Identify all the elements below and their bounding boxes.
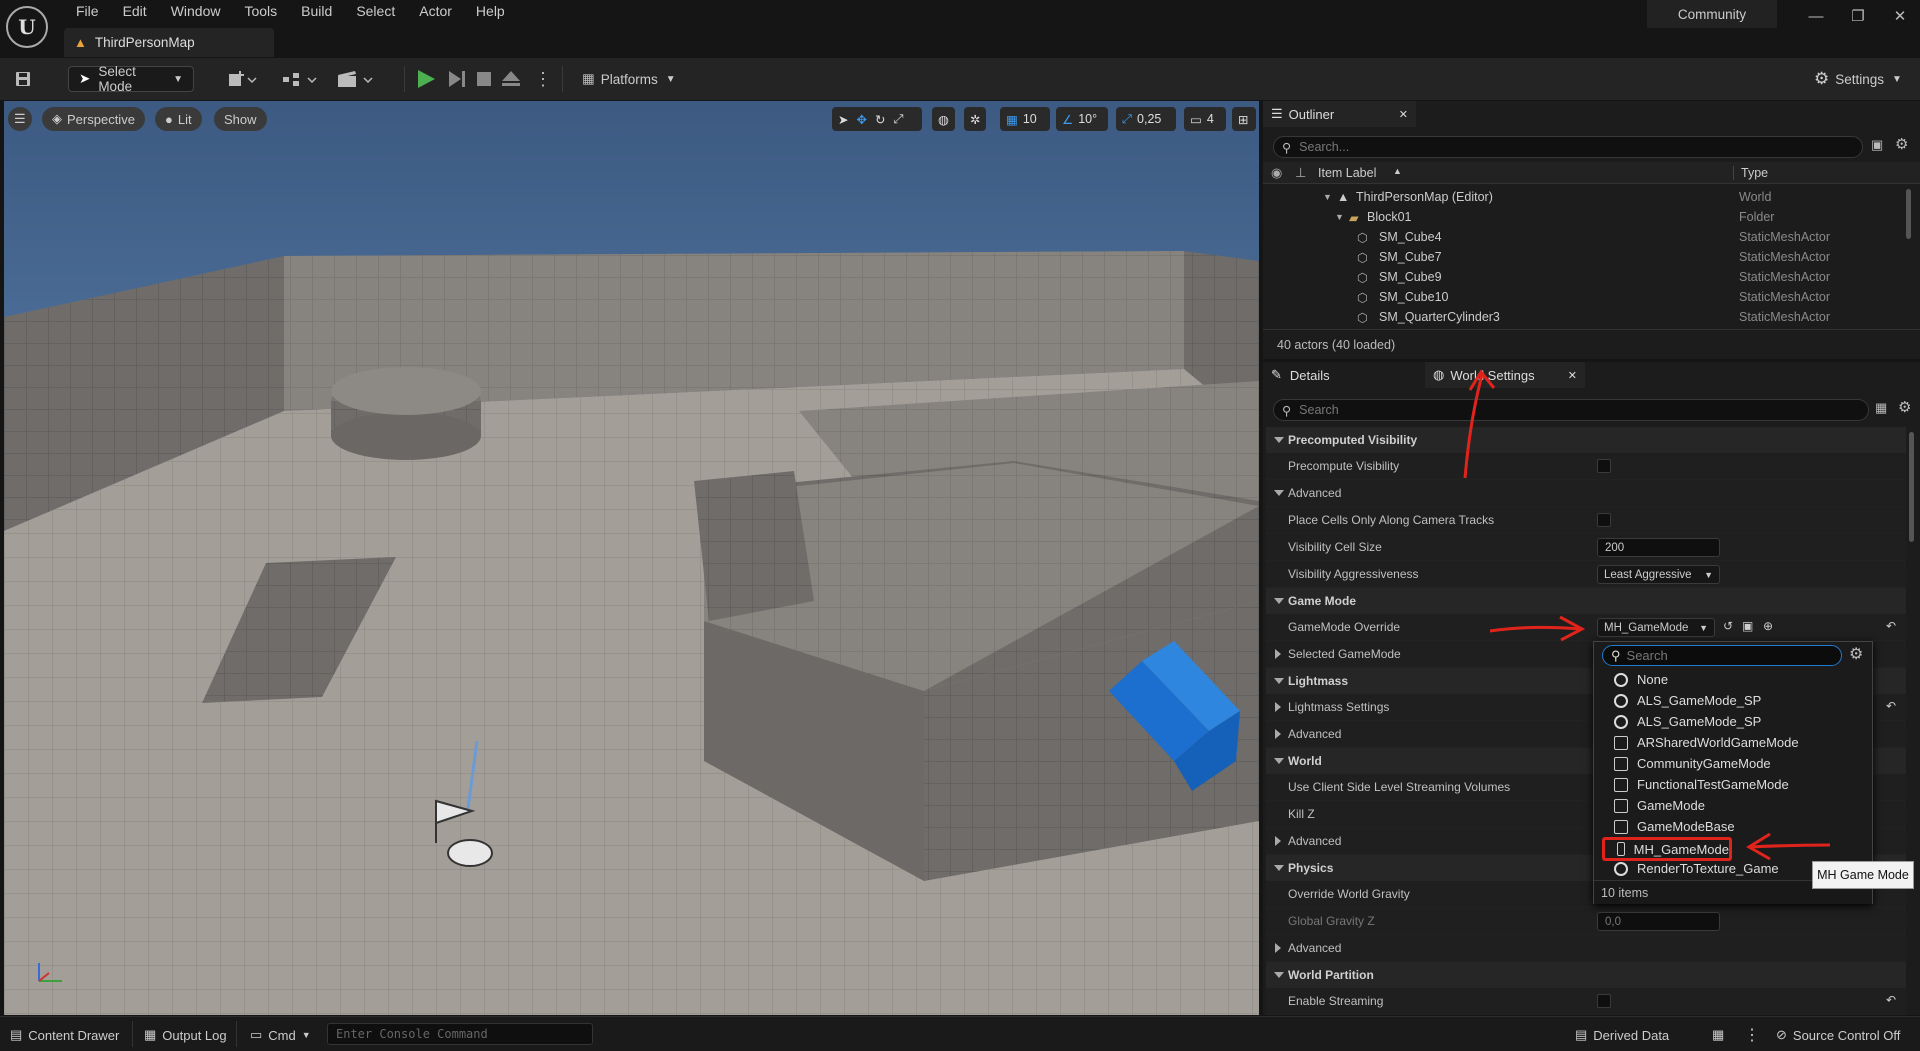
annotation-overlay [1463, 369, 1831, 861]
content-drawer-button[interactable]: ▤ Content Drawer [10, 1025, 119, 1045]
no-entry-icon: ⊘ [1776, 1027, 1787, 1042]
terminal-icon: ▭ [250, 1027, 263, 1042]
divider [236, 1021, 237, 1047]
chevron-down-icon: ▼ [301, 1030, 311, 1040]
notifications-icon[interactable]: ▦ [1712, 1025, 1724, 1045]
derived-data-button[interactable]: ▤ Derived Data [1575, 1025, 1669, 1045]
content-drawer-label: Content Drawer [28, 1027, 120, 1043]
source-control-button[interactable]: ⊘ Source Control Off [1776, 1025, 1900, 1045]
source-control-label: Source Control Off [1792, 1027, 1901, 1043]
more-icon[interactable]: ⋮ [1744, 1025, 1760, 1045]
derived-data-icon: ▤ [1575, 1027, 1588, 1042]
cmd-dropdown[interactable]: ▭ Cmd ▼ [250, 1025, 311, 1045]
divider [132, 1021, 133, 1047]
cmd-label: Cmd [268, 1027, 296, 1043]
output-log-button[interactable]: ▦ Output Log [144, 1025, 227, 1045]
output-log-label: Output Log [162, 1027, 227, 1043]
derived-data-label: Derived Data [1593, 1027, 1670, 1043]
status-bar: ▤ Content Drawer ▦ Output Log ▭ Cmd ▼ En… [0, 1016, 1920, 1051]
drawer-icon: ▤ [10, 1027, 23, 1042]
log-icon: ▦ [144, 1027, 157, 1042]
console-command-input[interactable]: Enter Console Command [327, 1023, 593, 1045]
